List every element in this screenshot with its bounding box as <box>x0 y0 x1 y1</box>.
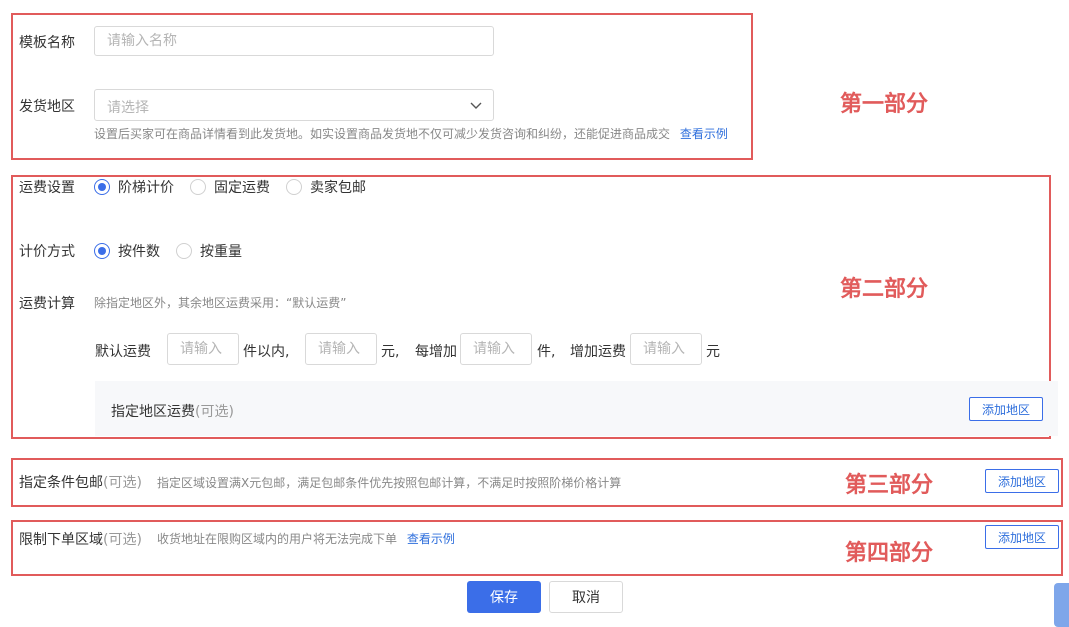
freight-calc-label: 运费计算 <box>19 296 75 312</box>
yuan-comma-text: 元, <box>381 344 400 360</box>
annotation-part-2: 第二部分 <box>840 277 929 302</box>
specified-region-text: 指定地区运费 <box>111 404 195 420</box>
add-freight-text: 增加运费 <box>570 344 626 360</box>
first-fee-input[interactable] <box>305 333 377 365</box>
piece-comma-text: 件, <box>537 344 556 360</box>
yuan-text: 元 <box>706 344 720 360</box>
template-name-label: 模板名称 <box>19 35 75 51</box>
add-region-button-2[interactable]: 添加地区 <box>969 397 1043 421</box>
radio-by-weight[interactable]: 按重量 <box>176 241 242 261</box>
chevron-down-icon <box>470 102 482 109</box>
ship-region-select[interactable]: 请选择 <box>94 89 494 121</box>
radio-dot-tiered <box>94 179 110 195</box>
free-shipping-optional: (可选) <box>103 475 142 491</box>
annotation-part-1: 第一部分 <box>840 92 929 117</box>
annotation-part-3: 第三部分 <box>845 473 934 498</box>
first-pieces-input[interactable] <box>167 333 239 365</box>
restrict-order-hint: 收货地址在限购区域内的用户将无法完成下单 查看示例 <box>157 530 455 547</box>
restrict-order-region-label: 限制下单区域(可选) <box>19 529 142 549</box>
freight-calc-hint: 除指定地区外，其余地区运费采用：“默认运费” <box>94 296 347 310</box>
radio-dot-weight <box>176 243 192 259</box>
radio-label-tiered: 阶梯计价 <box>118 180 174 196</box>
free-shipping-hint: 指定区域设置满X元包邮，满足包邮条件优先按照包邮计算，不满足时按照阶梯价格计算 <box>157 476 622 490</box>
save-button[interactable]: 保存 <box>467 581 541 613</box>
ship-region-hint-text: 设置后买家可在商品详情看到此发货地。如实设置商品发货地不仅可减少发货咨询和纠纷，… <box>94 127 671 141</box>
floating-side-tab[interactable] <box>1054 583 1069 627</box>
specified-region-panel: 指定地区运费(可选) <box>95 381 1058 436</box>
default-freight-label: 默认运费 <box>95 344 151 360</box>
ship-region-label: 发货地区 <box>19 99 75 115</box>
free-shipping-condition-text: 指定条件包邮 <box>19 475 103 491</box>
annotation-part-4: 第四部分 <box>845 541 934 566</box>
free-shipping-condition-label: 指定条件包邮(可选) <box>19 472 142 492</box>
radio-seller-free-shipping[interactable]: 卖家包邮 <box>286 177 366 197</box>
specified-region-optional: (可选) <box>195 404 234 420</box>
additional-fee-input[interactable] <box>630 333 702 365</box>
pricing-method-radios: 按件数 按重量 <box>94 241 258 261</box>
restrict-order-optional: (可选) <box>103 532 142 548</box>
radio-tiered-pricing[interactable]: 阶梯计价 <box>94 177 174 197</box>
pricing-method-label: 计价方式 <box>19 244 75 260</box>
template-name-input[interactable] <box>94 26 494 56</box>
each-add-text: 每增加 <box>415 344 457 360</box>
ship-region-placeholder: 请选择 <box>107 100 149 116</box>
radio-dot-free <box>286 179 302 195</box>
view-example-link-1[interactable]: 查看示例 <box>680 127 728 141</box>
radio-label-free: 卖家包邮 <box>310 180 366 196</box>
radio-dot-fixed <box>190 179 206 195</box>
freight-setting-label: 运费设置 <box>19 180 75 196</box>
view-example-link-4[interactable]: 查看示例 <box>407 532 455 546</box>
restrict-order-hint-text: 收货地址在限购区域内的用户将无法完成下单 <box>157 532 398 546</box>
restrict-order-region-text: 限制下单区域 <box>19 532 103 548</box>
radio-by-pieces[interactable]: 按件数 <box>94 241 160 261</box>
add-region-button-4[interactable]: 添加地区 <box>985 525 1059 549</box>
add-region-button-3[interactable]: 添加地区 <box>985 469 1059 493</box>
specified-region-label: 指定地区运费(可选) <box>111 401 234 421</box>
radio-label-weight: 按重量 <box>200 244 242 260</box>
within-pieces-text: 件以内, <box>243 344 290 360</box>
additional-pieces-input[interactable] <box>460 333 532 365</box>
cancel-button[interactable]: 取消 <box>549 581 623 613</box>
freight-setting-radios: 阶梯计价 固定运费 卖家包邮 <box>94 177 382 197</box>
radio-label-fixed: 固定运费 <box>214 180 270 196</box>
radio-fixed-freight[interactable]: 固定运费 <box>190 177 270 197</box>
ship-region-hint: 设置后买家可在商品详情看到此发货地。如实设置商品发货地不仅可减少发货咨询和纠纷，… <box>94 125 728 142</box>
radio-label-pieces: 按件数 <box>118 244 160 260</box>
radio-dot-pieces <box>94 243 110 259</box>
